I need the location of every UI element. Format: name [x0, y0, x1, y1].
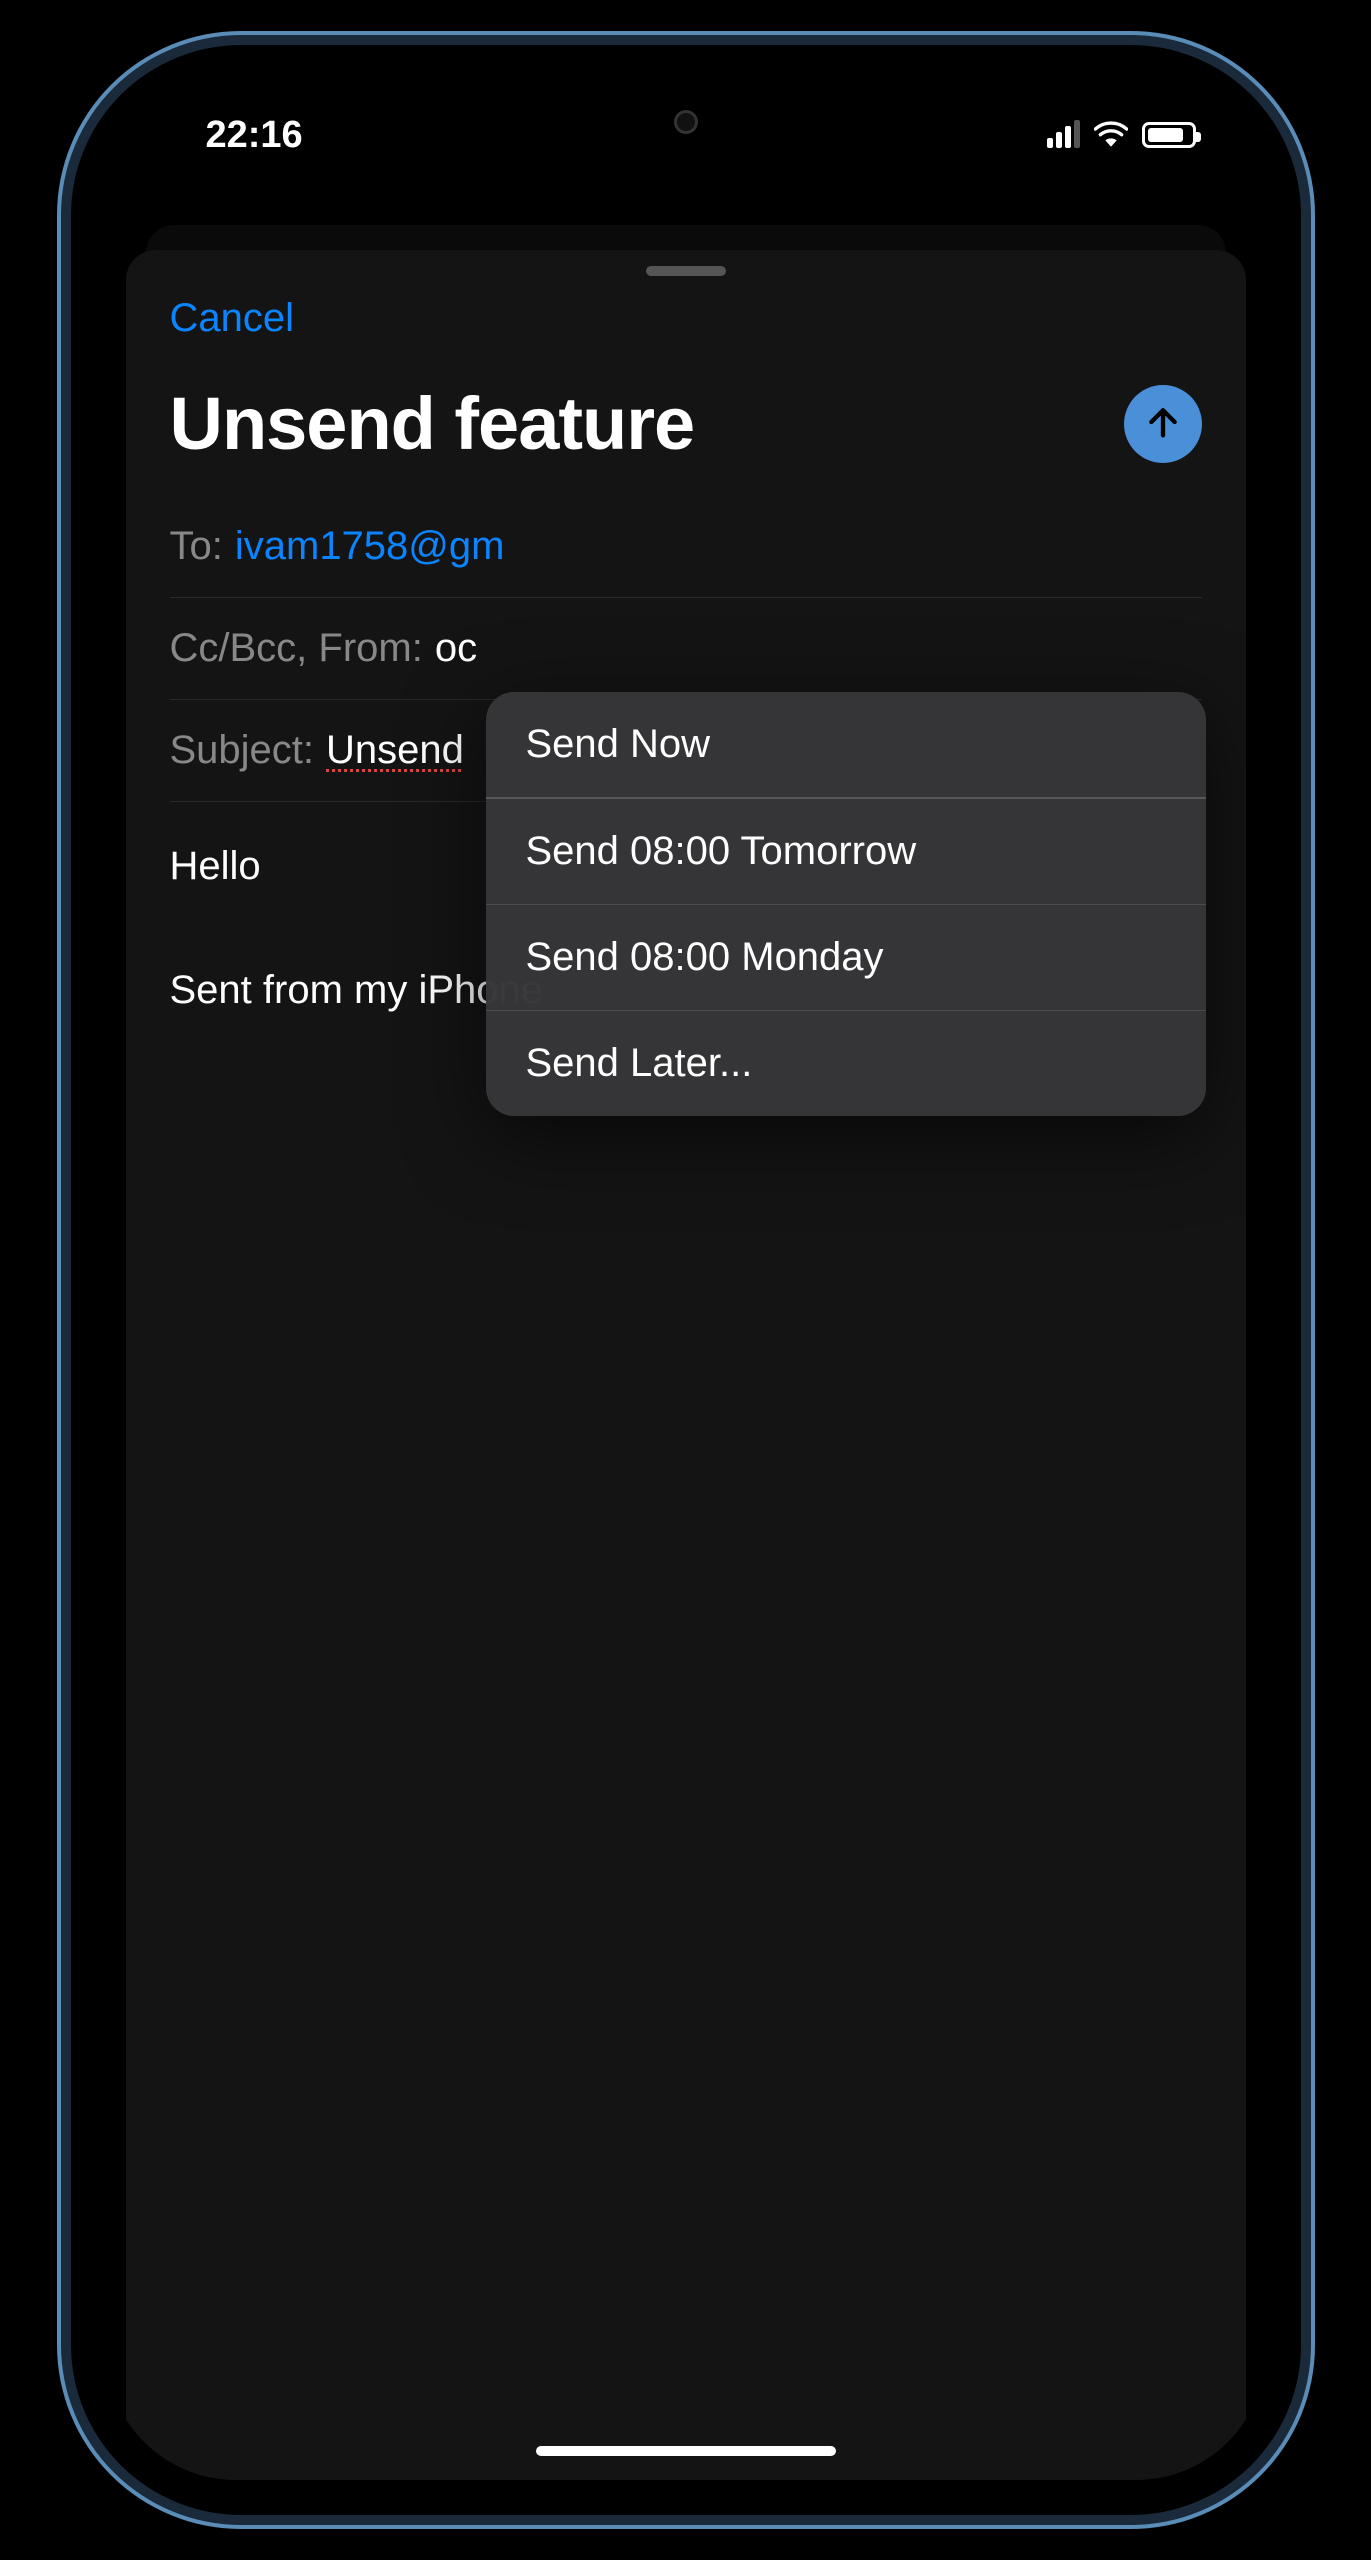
menu-send-later[interactable]: Send Later...	[486, 1011, 1206, 1116]
camera-notch	[674, 110, 698, 134]
phone-frame: 22:16	[71, 45, 1301, 2515]
compose-title: Unsend feature	[170, 381, 695, 466]
sheet-grabber[interactable]	[646, 266, 726, 276]
ccbcc-label: Cc/Bcc, From:	[170, 626, 423, 671]
status-time: 22:16	[206, 114, 303, 157]
status-bar: 22:16	[106, 80, 1266, 190]
compose-sheet: Cancel Unsend feature To: ivam1758@gm	[126, 250, 1246, 2480]
to-value: ivam1758@gm	[235, 524, 505, 569]
send-button[interactable]	[1124, 385, 1202, 463]
signal-icon	[1047, 122, 1080, 148]
menu-send-monday[interactable]: Send 08:00 Monday	[486, 905, 1206, 1011]
send-options-menu: Send Now Send 08:00 Tomorrow Send 08:00 …	[486, 692, 1206, 1116]
to-field[interactable]: To: ivam1758@gm	[170, 496, 1202, 598]
phone-screen: 22:16	[106, 80, 1266, 2480]
wifi-icon	[1094, 114, 1128, 157]
menu-send-now[interactable]: Send Now	[486, 692, 1206, 799]
to-label: To:	[170, 524, 223, 569]
menu-send-tomorrow[interactable]: Send 08:00 Tomorrow	[486, 799, 1206, 905]
arrow-up-icon	[1143, 402, 1183, 445]
subject-label: Subject:	[170, 728, 315, 773]
ccbcc-value: oc	[435, 626, 477, 671]
ccbcc-from-field[interactable]: Cc/Bcc, From: oc	[170, 598, 1202, 700]
home-indicator[interactable]	[536, 2446, 836, 2456]
battery-icon	[1142, 122, 1196, 148]
subject-value: Unsend	[326, 728, 464, 773]
cancel-button[interactable]: Cancel	[170, 296, 295, 341]
